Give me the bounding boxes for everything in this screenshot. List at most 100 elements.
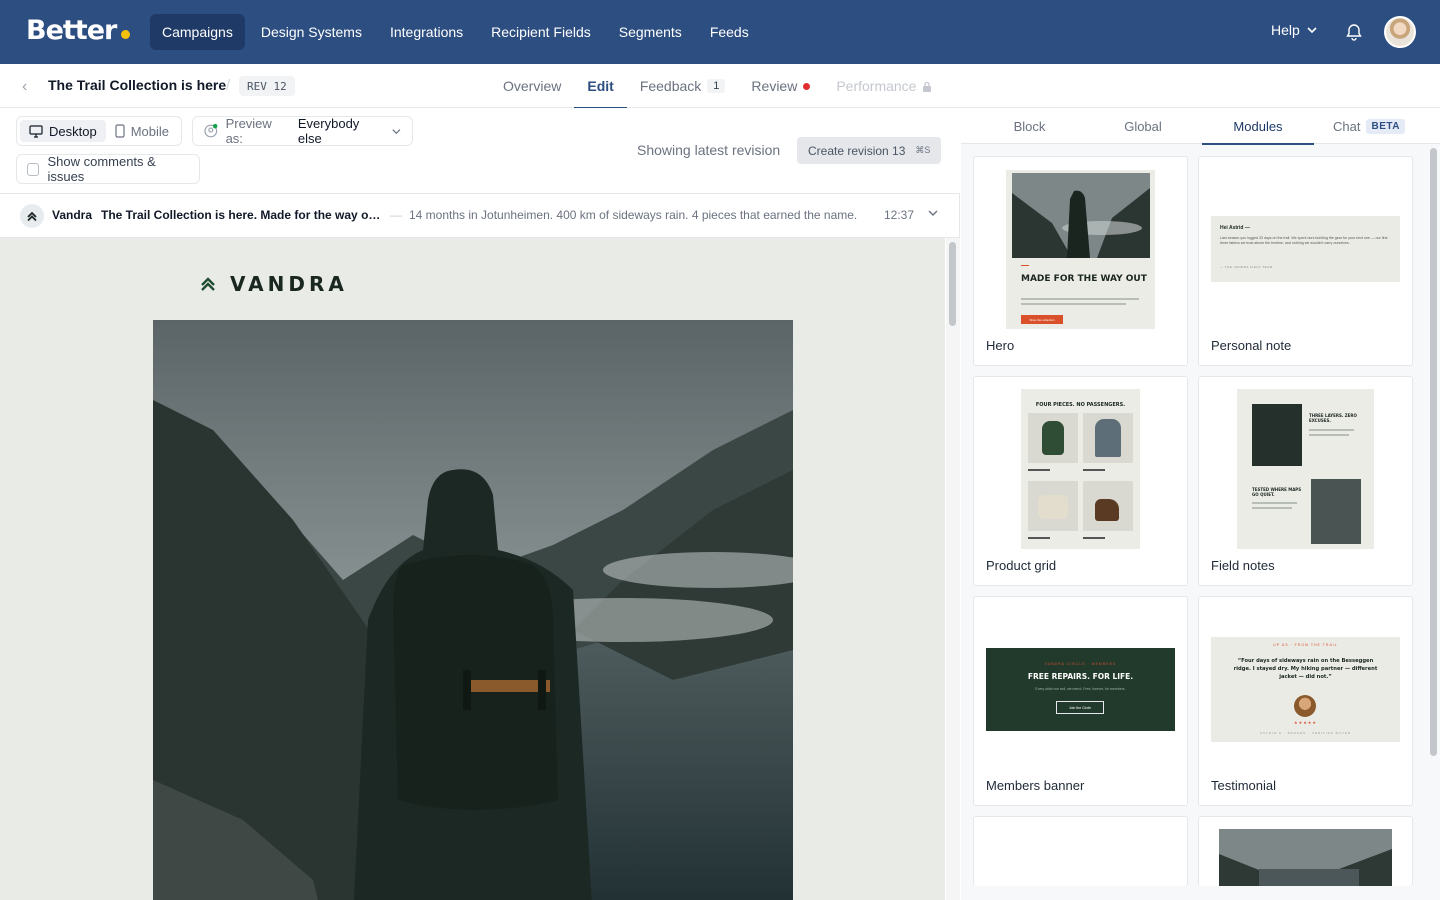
help-menu[interactable]: Help <box>1271 22 1318 38</box>
editor-panel: Desktop Mobile Preview as: Everybody els… <box>0 108 960 900</box>
nav-feeds[interactable]: Feeds <box>698 14 761 50</box>
nav-segments[interactable]: Segments <box>607 14 694 50</box>
breadcrumb-separator: / <box>226 77 231 94</box>
subject-divider: — <box>390 208 402 222</box>
campaign-tabs: Overview Edit Feedback 1 Review Performan… <box>490 64 945 109</box>
preview-as-label: Preview as: <box>225 116 272 146</box>
modules-scrollbar[interactable] <box>1427 144 1440 900</box>
tab-modules[interactable]: Modules <box>1202 108 1314 145</box>
phone-icon <box>115 124 125 138</box>
personal-note-thumbnail: Hei Astrid — Last season you logged 33 d… <box>1211 216 1400 282</box>
tab-edit-label: Edit <box>587 78 614 94</box>
vandra-logo-icon <box>20 204 44 228</box>
beta-badge: BETA <box>1366 118 1405 134</box>
email-brand-name: VANDRA <box>230 272 348 296</box>
tab-edit[interactable]: Edit <box>574 64 628 109</box>
scrollbar-thumb[interactable] <box>1430 148 1437 756</box>
tab-review[interactable]: Review <box>738 64 823 108</box>
tab-chat[interactable]: Chat BETA <box>1314 108 1424 144</box>
nav-campaigns[interactable]: Campaigns <box>150 14 245 50</box>
sender-name: Vandra <box>52 208 93 222</box>
note-thumb-body: Last season you logged 33 days on the tr… <box>1220 236 1388 245</box>
desktop-label: Desktop <box>49 123 97 139</box>
module-card-personal-note[interactable]: Hei Astrid — Last season you logged 33 d… <box>1198 156 1413 366</box>
scrollbar-thumb[interactable] <box>949 242 956 326</box>
field-notes-thumbnail: THREE LAYERS. ZERO EXCUSES. TESTED WHERE… <box>1237 389 1374 549</box>
landscape-thumbnail <box>1219 829 1392 886</box>
chevron-down-icon <box>1307 27 1317 34</box>
hero-thumb-cta: Shop the collection <box>1021 315 1063 324</box>
members-banner-thumbnail: VANDRA CIRCLE · MEMBERS FREE REPAIRS. FO… <box>986 648 1175 731</box>
tab-global[interactable]: Global <box>1098 108 1188 144</box>
email-subject: The Trail Collection is here. Made for t… <box>101 208 381 222</box>
email-preheader: 14 months in Jotunheimen. 400 km of side… <box>409 208 858 222</box>
module-card-partial-1[interactable] <box>973 816 1188 886</box>
chevron-down-icon <box>392 128 401 134</box>
tab-chat-label: Chat <box>1333 118 1361 134</box>
editor-toolbar: Desktop Mobile Preview as: Everybody els… <box>0 108 960 193</box>
tab-block-label: Block <box>1013 118 1046 134</box>
field-notes-thumb-title-2: TESTED WHERE MAPS GO QUIET. <box>1252 487 1302 497</box>
keyboard-shortcut: ⌘S <box>915 145 931 155</box>
create-revision-button[interactable]: Create revision 13 ⌘S <box>797 137 942 164</box>
better-logo[interactable]: Better <box>26 15 131 46</box>
mobile-label: Mobile <box>130 123 169 139</box>
email-subject-bar[interactable]: Vandra The Trail Collection is here. Mad… <box>0 193 960 238</box>
preview-scrollbar[interactable] <box>946 238 960 900</box>
module-card-testimonial[interactable]: UP AS · FROM THE TRAIL “Four days of sid… <box>1198 596 1413 806</box>
tab-feedback-label: Feedback <box>639 78 702 94</box>
email-time: 12:37 <box>884 208 915 222</box>
monitor-icon <box>29 124 43 138</box>
star-rating: ★★★★★ <box>1294 720 1317 725</box>
testimonial-thumbnail: UP AS · FROM THE TRAIL “Four days of sid… <box>1211 637 1400 742</box>
hero-image[interactable] <box>153 320 793 900</box>
module-label-hero: Hero <box>986 338 1015 353</box>
desktop-button[interactable]: Desktop <box>20 120 106 142</box>
tab-block[interactable]: Block <box>961 108 1098 144</box>
email-brand-header: VANDRA <box>200 272 348 296</box>
module-card-product-grid[interactable]: FOUR PIECES. NO PASSENGERS. Product grid <box>973 376 1188 586</box>
tab-overview-label: Overview <box>503 78 562 94</box>
show-comments-checkbox[interactable] <box>27 162 40 176</box>
latest-revision-text: Showing latest revision <box>637 142 781 158</box>
feedback-count-badge: 1 <box>707 79 726 93</box>
tab-performance: Performance <box>823 64 945 108</box>
revision-badge[interactable]: REV 12 <box>239 76 295 96</box>
tab-feedback[interactable]: Feedback 1 <box>627 64 739 108</box>
tab-global-label: Global <box>1124 118 1162 134</box>
review-status-dot <box>803 82 811 90</box>
main-nav: Campaigns Design Systems Integrations Re… <box>150 14 765 50</box>
module-card-members-banner[interactable]: VANDRA CIRCLE · MEMBERS FREE REPAIRS. FO… <box>973 596 1188 806</box>
nav-integrations[interactable]: Integrations <box>378 14 475 50</box>
nav-design-systems[interactable]: Design Systems <box>249 14 374 50</box>
module-card-partial-2[interactable] <box>1198 816 1413 886</box>
module-label-product-grid: Product grid <box>986 558 1057 573</box>
product-grid-thumbnail: FOUR PIECES. NO PASSENGERS. <box>1021 389 1140 549</box>
tab-overview[interactable]: Overview <box>490 64 574 108</box>
show-comments-toggle[interactable]: Show comments & issues <box>16 154 200 184</box>
campaign-header: ‹ The Trail Collection is here / REV 12 … <box>0 64 1440 109</box>
hero-thumbnail: MADE FOR THE WAY OUT Shop the collection <box>1006 170 1155 329</box>
back-chevron-icon[interactable]: ‹ <box>22 78 27 96</box>
user-avatar[interactable] <box>1384 16 1416 48</box>
bell-icon[interactable] <box>1344 22 1364 42</box>
top-navigation: Better Campaigns Design Systems Integrat… <box>0 0 1440 64</box>
tab-modules-label: Modules <box>1233 118 1283 134</box>
mobile-button[interactable]: Mobile <box>106 120 178 142</box>
members-thumb-title: FREE REPAIRS. FOR LIFE. <box>1027 672 1134 681</box>
email-preview-canvas[interactable]: VANDRA <box>0 238 945 900</box>
chevron-down-icon[interactable] <box>927 207 939 219</box>
nav-recipient-fields[interactable]: Recipient Fields <box>479 14 603 50</box>
logo-text: Better <box>26 15 117 46</box>
module-card-hero[interactable]: MADE FOR THE WAY OUT Shop the collection… <box>973 156 1188 366</box>
testimonial-thumb-quote: “Four days of sideways rain on the Besse… <box>1233 658 1378 680</box>
campaign-title: The Trail Collection is here <box>48 77 227 93</box>
note-thumb-greeting: Hei Astrid — <box>1220 225 1250 231</box>
product-grid-thumb-title: FOUR PIECES. NO PASSENGERS. <box>1035 402 1126 408</box>
module-label-field-notes: Field notes <box>1211 558 1275 573</box>
preview-as-select[interactable]: Preview as: Everybody else <box>192 116 413 146</box>
module-label-testimonial: Testimonial <box>1211 778 1277 793</box>
right-panel-tabs: Block Global Modules Chat BETA <box>961 108 1440 145</box>
right-panel: Block Global Modules Chat BETA MADE FOR T… <box>961 108 1440 900</box>
module-card-field-notes[interactable]: THREE LAYERS. ZERO EXCUSES. TESTED WHERE… <box>1198 376 1413 586</box>
